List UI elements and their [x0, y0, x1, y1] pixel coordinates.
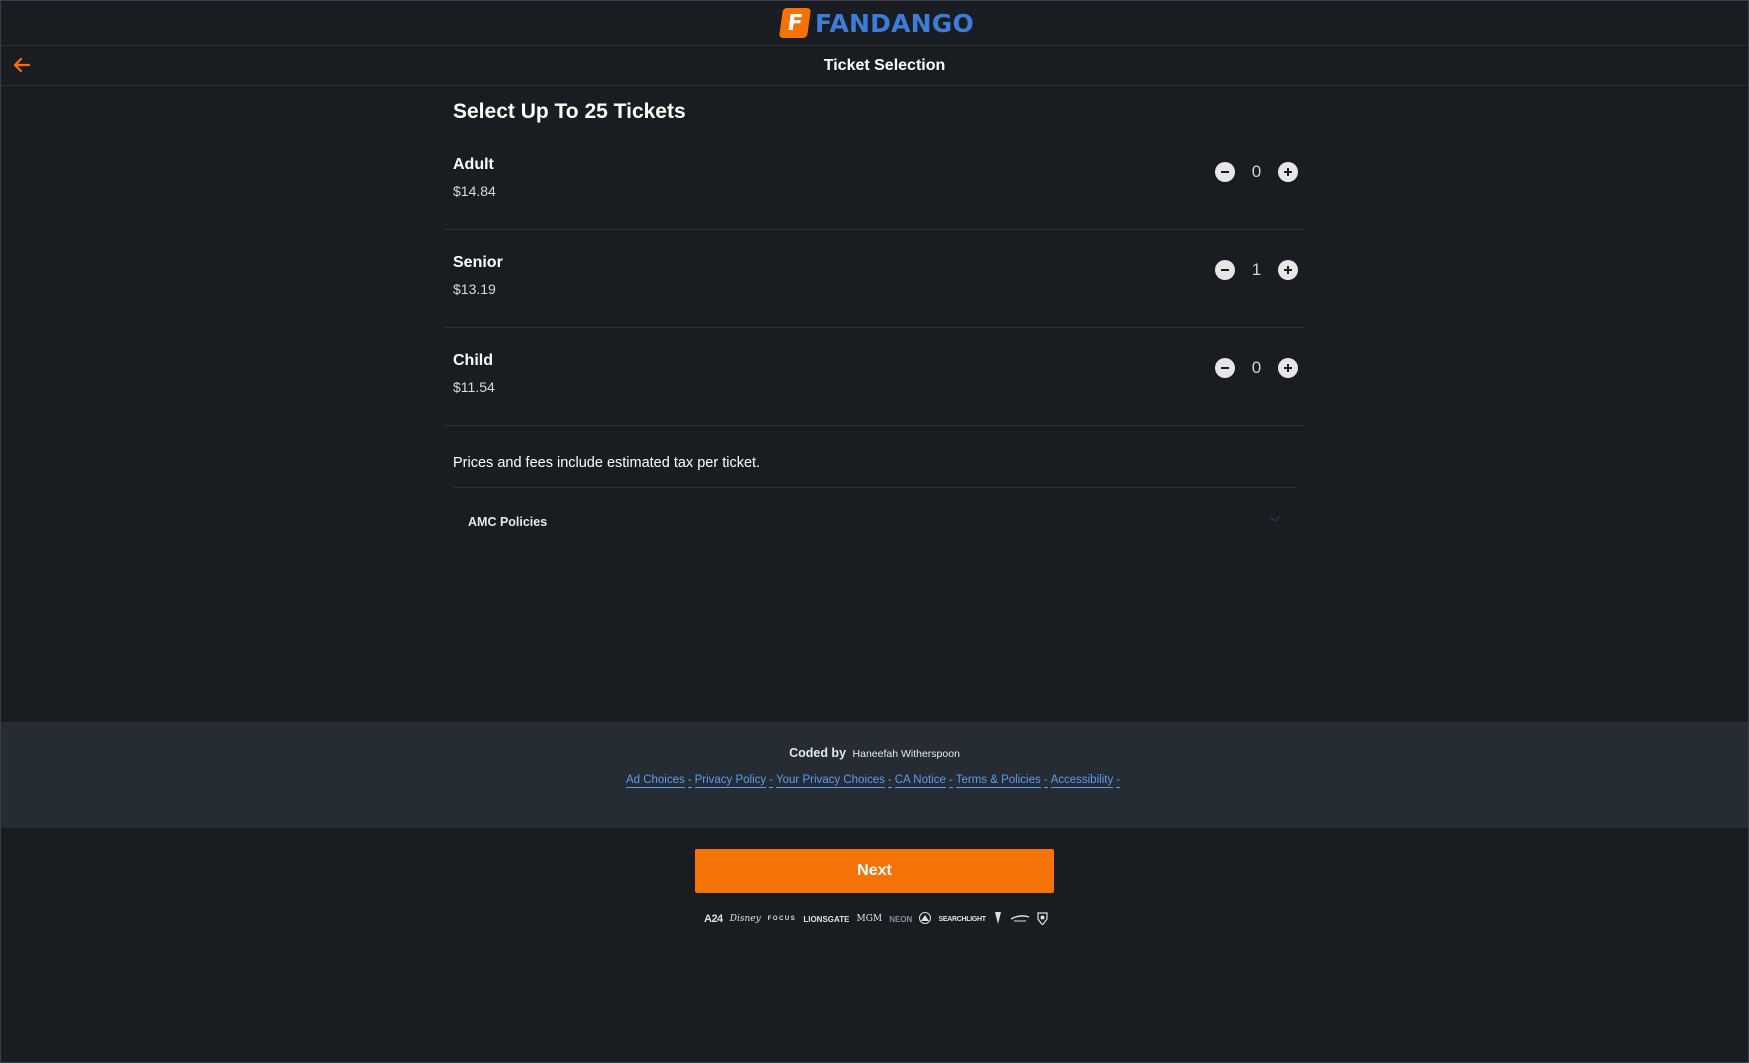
ticket-count: 0 — [1251, 358, 1262, 377]
coded-by-label: Coded by — [789, 746, 847, 760]
link-separator: - — [1043, 774, 1048, 788]
ticket-price: $14.84 — [453, 183, 496, 199]
arrow-left-icon — [13, 57, 31, 73]
decrement-button[interactable] — [1215, 358, 1235, 378]
ticket-count: 0 — [1251, 162, 1262, 181]
footer: Coded by Haneefah Witherspoon Ad Choices… — [1, 722, 1748, 828]
decrement-button[interactable] — [1215, 162, 1235, 182]
ticket-type-name: Child — [453, 352, 493, 369]
minus-icon — [1221, 367, 1229, 369]
studio-logo-searchlight: SEARCHLIGHT — [938, 915, 986, 923]
ticket-type-name: Adult — [453, 156, 494, 173]
increment-button[interactable] — [1278, 358, 1298, 378]
warner-bros-shield-icon — [1037, 911, 1048, 926]
link-separator: - — [887, 774, 892, 788]
studio-logo-neon: NEON — [889, 914, 913, 924]
sony-pictures-icon — [994, 912, 1001, 924]
amc-policies-accordion[interactable]: AMC Policies — [453, 487, 1296, 549]
increment-button[interactable] — [1278, 260, 1298, 280]
plus-icon — [1284, 168, 1292, 176]
ticket-price: $11.54 — [453, 379, 495, 395]
quantity-stepper: 0 — [1215, 162, 1298, 182]
footer-link-ca-notice[interactable]: CA Notice — [894, 774, 946, 788]
footer-link-terms[interactable]: Terms & Policies — [955, 774, 1041, 788]
plus-icon — [1284, 266, 1292, 274]
coded-by-name: Haneefah Witherspoon — [852, 748, 960, 760]
link-separator: - — [769, 774, 774, 788]
studio-logo-mgm: MGM — [856, 914, 883, 924]
page-title: Ticket Selection — [823, 56, 946, 74]
ticket-row-adult: Adult $14.84 0 — [444, 132, 1304, 230]
coded-by: Coded by Haneefah Witherspoon — [1, 746, 1748, 760]
next-button[interactable]: Next — [695, 849, 1054, 893]
tax-note: Prices and fees include estimated tax pe… — [453, 455, 761, 471]
link-separator: - — [948, 774, 953, 788]
ticket-row-senior: Senior $13.19 1 — [444, 230, 1304, 328]
minus-icon — [1221, 269, 1229, 271]
chevron-down-icon — [1269, 516, 1281, 522]
studio-logo-disney: Disney — [729, 914, 761, 924]
studio-logos: A24 Disney FOCUS LIONSGATE MGM NEON SEAR… — [704, 909, 1048, 929]
ticket-type-name: Senior — [453, 254, 503, 271]
studio-logo-focus: FOCUS — [767, 916, 797, 922]
footer-link-privacy-policy[interactable]: Privacy Policy — [694, 774, 767, 788]
ticket-count: 1 — [1251, 260, 1262, 279]
fandango-logo[interactable]: F FANDANGO — [778, 8, 974, 38]
quantity-stepper: 0 — [1215, 358, 1298, 378]
fandango-logo-mark: F — [778, 8, 812, 38]
paramount-mountain-icon — [919, 912, 932, 924]
link-separator: - — [687, 774, 692, 788]
app-window: F FANDANGO Ticket Selection Select Up To… — [0, 0, 1749, 1063]
studio-logo-lionsgate: LIONSGATE — [803, 914, 850, 924]
back-button[interactable] — [11, 54, 33, 76]
footer-link-ad-choices[interactable]: Ad Choices — [625, 774, 685, 788]
footer-link-privacy-choices[interactable]: Your Privacy Choices — [776, 774, 885, 788]
policies-label: AMC Policies — [468, 515, 548, 529]
footer-links: Ad Choices - Privacy Policy - Your Priva… — [1, 774, 1748, 788]
quantity-stepper: 1 — [1215, 260, 1298, 280]
studio-logo-sony — [993, 911, 1003, 927]
fandango-logo-text: FANDANGO — [815, 8, 974, 38]
increment-button[interactable] — [1278, 162, 1298, 182]
ticket-price: $13.19 — [453, 281, 496, 297]
ticket-row-child: Child $11.54 0 — [444, 328, 1304, 426]
logo-bar: F FANDANGO — [1, 1, 1748, 46]
ticket-limit-heading: Select Up To 25 Tickets — [453, 100, 686, 123]
decrement-button[interactable] — [1215, 260, 1235, 280]
universal-globe-icon — [1010, 915, 1030, 922]
minus-icon — [1221, 171, 1229, 173]
studio-logo-a24: A24 — [704, 913, 723, 925]
plus-icon — [1284, 364, 1292, 372]
title-bar: Ticket Selection — [1, 46, 1748, 86]
studio-logo-paramount — [919, 912, 932, 926]
studio-logo-warner-bros — [1037, 911, 1048, 927]
studio-logo-universal — [1010, 913, 1030, 925]
link-separator: - — [1116, 774, 1121, 788]
footer-link-accessibility[interactable]: Accessibility — [1050, 774, 1114, 788]
